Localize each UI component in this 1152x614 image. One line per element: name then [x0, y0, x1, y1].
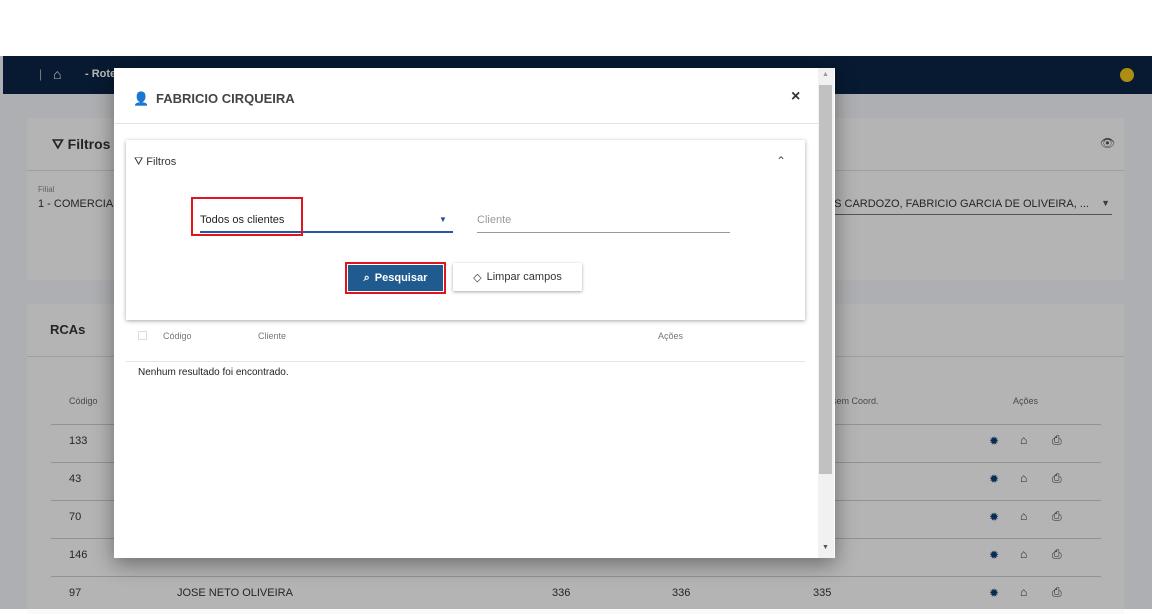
col-acoes: Ações	[658, 331, 684, 341]
empty-message: Nenhum resultado foi encontrado.	[138, 367, 289, 378]
clear-button[interactable]: ◇ Limpar campos	[453, 263, 582, 291]
highlight-box	[191, 197, 303, 236]
select-all-checkbox[interactable]	[138, 331, 147, 340]
client-input[interactable]: Cliente	[477, 214, 511, 226]
col-cliente: Cliente	[258, 331, 287, 341]
close-button[interactable]: ×	[791, 88, 800, 106]
filters-panel: ⛛ Filtros ⌃ Todos os clientes ▼ Cliente …	[126, 140, 805, 320]
filters-header[interactable]: ⛛ Filtros	[134, 156, 176, 169]
col-codigo: Código	[163, 331, 192, 341]
scrollbar[interactable]: ▲ ▼	[818, 68, 834, 558]
modal-title: FABRICIO CIRQUEIRA	[156, 91, 295, 106]
search-button[interactable]: ⌕ Pesquisar	[348, 265, 443, 291]
filter-icon: ⛛	[134, 156, 147, 168]
dropdown-arrow-icon[interactable]: ▼	[439, 215, 447, 224]
eraser-icon: ◇	[473, 271, 482, 284]
client-modal: 👤 FABRICIO CIRQUEIRA × ⛛ Filtros ⌃ Todos…	[114, 68, 835, 558]
chevron-up-icon[interactable]: ⌃	[776, 154, 786, 168]
scrollbar-thumb[interactable]	[819, 85, 832, 474]
search-icon: ⌕	[363, 271, 370, 284]
user-icon: 👤	[133, 91, 150, 106]
